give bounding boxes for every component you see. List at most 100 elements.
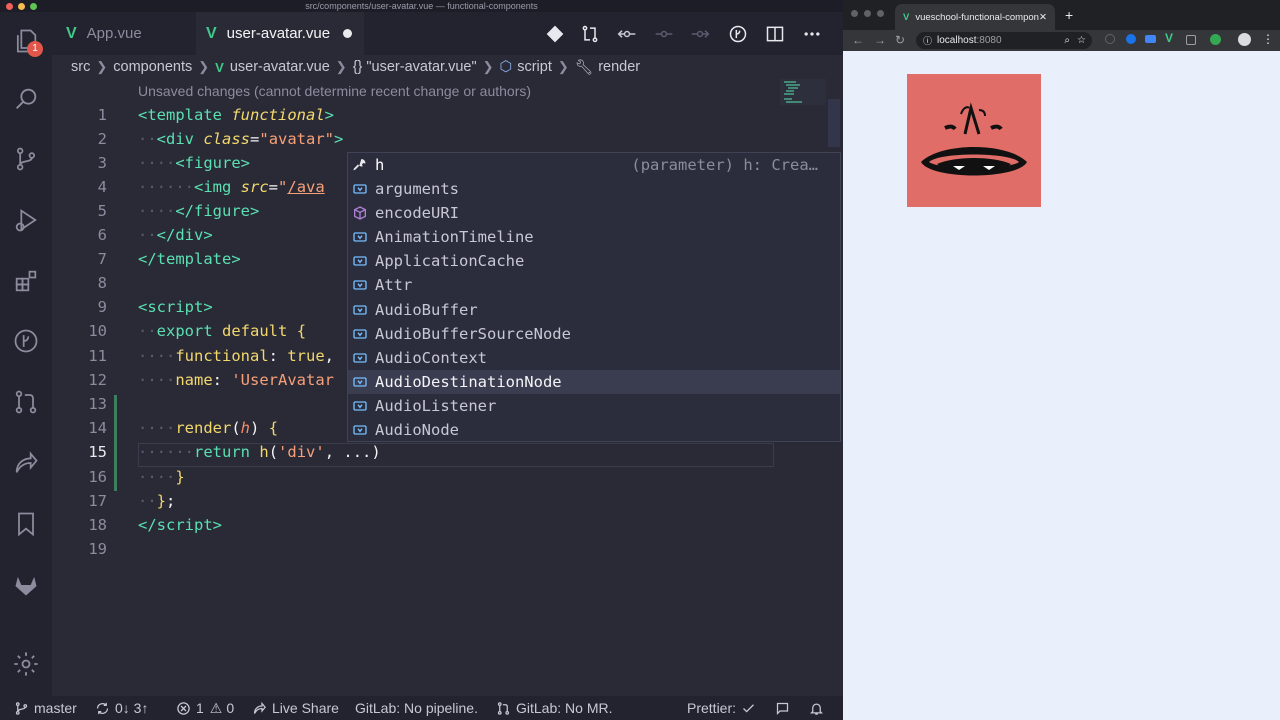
zoom-icon[interactable]: ⌕ [1064,35,1070,46]
suggestion-item[interactable]: AudioBufferSourceNode [348,322,840,346]
gitlab-pipeline-label: GitLab: No pipeline. [355,700,478,716]
line-number: 4 [97,178,107,196]
new-tab-button[interactable]: + [1065,7,1073,23]
suggestion-item[interactable]: arguments [348,177,840,201]
suggestion-item-selected[interactable]: AudioDestinationNode [348,370,840,394]
suggestion-detail: (parameter) h: Crea… [631,156,818,174]
maximize-window-button[interactable] [30,3,37,10]
browser-window: V vueschool-functional-compon ✕ + ← → ↻ … [843,0,1280,720]
gitlab-icon[interactable] [0,565,52,605]
files-icon[interactable] [0,21,52,61]
live-share-button[interactable]: Live Share [252,696,339,720]
sync-status[interactable]: 0↓ 3↑ [95,696,148,720]
bell-icon [809,703,824,715]
close-tab-icon[interactable]: ✕ [1039,12,1047,23]
extension-icon[interactable] [1210,34,1221,45]
browser-menu-icon[interactable]: ⋮ [1262,32,1274,46]
gitlab-pipeline-status[interactable]: GitLab: No pipeline. [355,696,478,720]
suggestion-item[interactable]: AnimationTimeline [348,225,840,249]
url-host: localhost [937,35,977,46]
suggestion-item[interactable]: Attr [348,273,840,297]
breadcrumb-item-file[interactable]: user-avatar.vue [230,59,330,75]
profile-avatar[interactable] [1238,33,1251,46]
tab-user-avatar-vue[interactable]: V user-avatar.vue [196,12,364,55]
close-window-button[interactable] [6,3,13,10]
unsaved-dot-icon[interactable] [343,29,353,38]
vue-devtools-icon[interactable]: V [1165,31,1173,45]
autocomplete-suggestions[interactable]: h (parameter) h: Crea… arguments encodeU… [347,152,841,442]
feedback-button[interactable] [775,696,795,720]
maximize-window-button[interactable] [877,10,884,17]
suggestion-item[interactable]: AudioBuffer [348,298,840,322]
current-change-icon[interactable] [654,24,674,44]
chevron-right-icon: ❯ [482,59,494,74]
code-line-current: ······return h('div', ...) [138,443,381,461]
branch-indicator[interactable]: master [14,696,77,720]
extension-icon[interactable] [1186,35,1196,45]
gitlens-compare-icon[interactable] [545,24,565,44]
live-share-icon[interactable] [0,443,52,483]
minimize-window-button[interactable] [18,3,25,10]
bookmarks-icon[interactable] [0,504,52,544]
tab-app-vue[interactable]: V App.vue [52,12,196,55]
settings-gear-icon[interactable] [0,644,52,684]
compare-changes-icon[interactable] [580,24,600,44]
minimize-window-button[interactable] [864,10,871,17]
code-line: ····</figure> [138,202,260,220]
close-window-button[interactable] [851,10,858,17]
suggestion-item[interactable]: AudioListener [348,394,840,418]
code-line: ····functional: true, [138,347,335,365]
more-actions-icon[interactable] [802,24,822,44]
suggestion-item[interactable]: AudioNode [348,418,840,442]
suggestion-label: AudioBufferSourceNode [375,325,571,343]
variable-icon [351,301,369,319]
chevron-right-icon: ❯ [96,59,108,74]
breadcrumb-item-module[interactable]: {} "user-avatar.vue" [353,59,477,75]
reload-icon[interactable]: ↻ [895,33,905,47]
run-debug-icon[interactable] [0,200,52,240]
back-icon[interactable]: ← [852,33,864,47]
breadcrumb-item-src[interactable]: src [71,59,90,75]
gitlens-icon[interactable] [0,321,52,361]
variable-icon [351,349,369,367]
blame-hint: Unsaved changes (cannot determine recent… [138,83,532,99]
vue-file-icon: V [215,59,224,75]
search-icon[interactable] [0,79,52,119]
notifications-button[interactable] [809,696,829,720]
extensions-icon[interactable] [0,261,52,301]
pull-requests-icon[interactable] [0,382,52,422]
suggestion-item[interactable]: ApplicationCache [348,249,840,273]
breadcrumb-item-render[interactable]: render [598,59,640,75]
code-line: <script> [138,298,213,316]
breadcrumb-item-script[interactable]: script [517,59,552,75]
previous-change-icon[interactable] [617,24,637,44]
extension-icon[interactable] [1105,34,1115,44]
suggestion-item[interactable]: h (parameter) h: Crea… [348,153,840,177]
source-control-icon[interactable] [0,139,52,179]
browser-tab[interactable]: V vueschool-functional-compon ✕ [895,4,1055,30]
split-editor-icon[interactable] [765,24,785,44]
suggestion-item[interactable]: encodeURI [348,201,840,225]
variable-icon [351,180,369,198]
check-icon [743,703,754,713]
open-changes-icon[interactable] [728,24,748,44]
prettier-status[interactable]: Prettier: [687,696,761,720]
sync-icon [96,702,109,714]
extension-icon[interactable] [1145,35,1156,43]
extension-icon[interactable] [1126,34,1136,44]
code-line: ··export default { [138,322,307,340]
suggestion-item[interactable]: AudioContext [348,346,840,370]
tab-label: App.vue [86,25,142,42]
line-number: 16 [88,468,107,486]
address-bar[interactable]: ⓘ localhost:8080 ⌕ ☆ [916,32,1092,49]
window-titlebar: src/components/user-avatar.vue — functio… [0,0,843,12]
variable-icon [351,276,369,294]
next-change-icon[interactable] [690,24,710,44]
problems-indicator[interactable]: 1 ⚠ 0 [176,696,234,720]
bookmark-star-icon[interactable]: ☆ [1077,35,1086,46]
minimap[interactable] [780,79,826,119]
vertical-scrollbar[interactable] [828,99,840,147]
forward-icon[interactable]: → [874,33,886,47]
gitlab-mr-status[interactable]: GitLab: No MR. [496,696,612,720]
breadcrumb-item-components[interactable]: components [113,59,192,75]
